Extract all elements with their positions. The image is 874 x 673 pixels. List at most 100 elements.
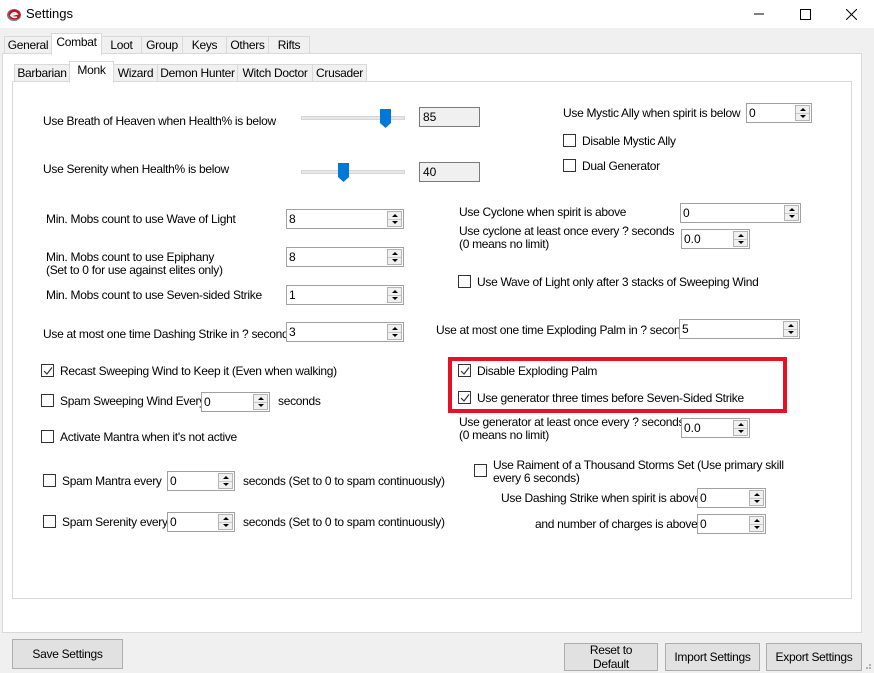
- spinner-arrows[interactable]: [218, 514, 233, 530]
- wave-after-stacks-checkbox[interactable]: [458, 275, 471, 288]
- wave-after-stacks-label: Use Wave of Light only after 3 stacks of…: [477, 275, 759, 289]
- disable-mystic-ally-checkbox[interactable]: [563, 134, 576, 147]
- dashing-strike-seconds-spinner[interactable]: [286, 322, 404, 342]
- activate-mantra-checkbox[interactable]: [41, 430, 54, 443]
- generator-every-label: Use generator at least once every ? seco…: [459, 415, 685, 429]
- exploding-palm-seconds-label: Use at most one time Exploding Palm in ?…: [436, 323, 693, 337]
- arrow-up-icon: [799, 108, 806, 111]
- dual-generator-checkbox[interactable]: [563, 159, 576, 172]
- wave-of-light-mobs-input[interactable]: [289, 211, 359, 227]
- raiment-dashing-spirit-spinner[interactable]: [697, 488, 766, 508]
- value-text: 40: [423, 165, 437, 179]
- spin-down-button[interactable]: [254, 402, 267, 409]
- arrow-up-icon: [391, 327, 398, 330]
- spam-mantra-checkbox[interactable]: [43, 474, 56, 487]
- spinner-arrows[interactable]: [783, 321, 798, 337]
- raiment-set-label-line2: every 6 seconds): [493, 471, 580, 485]
- arrow-down-icon: [799, 115, 806, 118]
- disable-exploding-palm-checkbox[interactable]: [458, 364, 471, 377]
- arrow-down-icon: [753, 526, 760, 529]
- spinner-arrows[interactable]: [749, 490, 764, 506]
- epiphany-mobs-input[interactable]: [289, 249, 359, 265]
- cyclone-every-spinner[interactable]: [681, 229, 750, 249]
- spinner-arrows[interactable]: [749, 516, 764, 532]
- arrow-up-icon: [391, 290, 398, 293]
- arrow-down-icon: [391, 221, 398, 224]
- arrow-up-icon: [391, 252, 398, 255]
- cyclone-spirit-spinner[interactable]: [680, 203, 801, 223]
- mystic-ally-label: Use Mystic Ally when spirit is below: [563, 106, 741, 120]
- spam-sweeping-wind-input[interactable]: [204, 394, 245, 410]
- spinner-arrows[interactable]: [387, 324, 402, 340]
- spin-down-button[interactable]: [219, 481, 232, 488]
- spinner-arrows[interactable]: [218, 473, 233, 489]
- generator-every-spinner[interactable]: [681, 418, 750, 438]
- spin-down-button[interactable]: [388, 295, 401, 302]
- raiment-charges-spinner[interactable]: [697, 514, 766, 534]
- spin-down-button[interactable]: [219, 522, 232, 529]
- breath-of-heaven-slider-thumb[interactable]: [380, 109, 391, 128]
- spam-mantra-suffix: seconds (Set to 0 to spam continuously): [243, 474, 445, 488]
- seven-sided-mobs-spinner[interactable]: [286, 285, 404, 305]
- spin-down-button[interactable]: [750, 498, 763, 505]
- activate-mantra-label: Activate Mantra when it's not active: [60, 430, 237, 444]
- raiment-dashing-spirit-input[interactable]: [700, 490, 741, 506]
- epiphany-mobs-spinner[interactable]: [286, 247, 404, 267]
- epiphany-mobs-label: Min. Mobs count to use Epiphany: [46, 250, 215, 264]
- disable-exploding-palm-label: Disable Exploding Palm: [477, 364, 598, 378]
- breath-of-heaven-label: Use Breath of Heaven when Health% is bel…: [43, 114, 276, 128]
- generator-every-input[interactable]: [684, 420, 725, 436]
- exploding-palm-seconds-input[interactable]: [682, 321, 754, 337]
- spinner-arrows[interactable]: [733, 420, 748, 436]
- spinner-arrows[interactable]: [387, 249, 402, 265]
- arrow-down-icon: [257, 404, 264, 407]
- cyclone-spirit-input[interactable]: [683, 205, 755, 221]
- wave-of-light-mobs-label: Min. Mobs count to use Wave of Light: [46, 212, 236, 226]
- spam-mantra-label: Spam Mantra every: [62, 474, 162, 488]
- raiment-set-checkbox[interactable]: [474, 464, 487, 477]
- mystic-ally-input[interactable]: [749, 105, 788, 121]
- arrow-down-icon: [222, 524, 229, 527]
- spam-mantra-input[interactable]: [170, 473, 210, 489]
- spam-serenity-spinner[interactable]: [167, 512, 235, 532]
- spin-down-button[interactable]: [796, 113, 809, 120]
- spam-serenity-input[interactable]: [170, 514, 210, 530]
- spin-down-button[interactable]: [388, 257, 401, 264]
- spam-sweeping-wind-checkbox[interactable]: [41, 394, 54, 407]
- spinner-arrows[interactable]: [784, 205, 799, 221]
- arrow-down-icon: [788, 215, 795, 218]
- generator-three-times-checkbox[interactable]: [458, 391, 471, 404]
- cyclone-every-input[interactable]: [684, 231, 725, 247]
- spinner-arrows[interactable]: [795, 105, 810, 121]
- mystic-ally-spinner[interactable]: [746, 103, 812, 123]
- spin-down-button[interactable]: [750, 524, 763, 531]
- spinner-arrows[interactable]: [387, 211, 402, 227]
- seven-sided-mobs-input[interactable]: [289, 287, 359, 303]
- arrow-down-icon: [753, 500, 760, 503]
- spam-mantra-spinner[interactable]: [167, 471, 235, 491]
- generator-every-sublabel: (0 means no limit): [459, 428, 549, 442]
- raiment-charges-input[interactable]: [700, 516, 741, 532]
- spinner-arrows[interactable]: [387, 287, 402, 303]
- spinner-arrows[interactable]: [733, 231, 748, 247]
- spin-down-button[interactable]: [388, 332, 401, 339]
- value-text: 85: [423, 110, 437, 124]
- dashing-strike-seconds-input[interactable]: [289, 324, 359, 340]
- serenity-slider-thumb[interactable]: [338, 163, 349, 182]
- arrow-up-icon: [391, 214, 398, 217]
- spin-down-button[interactable]: [734, 239, 747, 246]
- serenity-slider[interactable]: [301, 170, 405, 174]
- spam-serenity-checkbox[interactable]: [43, 515, 56, 528]
- spin-down-button[interactable]: [784, 329, 797, 336]
- spam-sweeping-wind-suffix: seconds: [278, 394, 321, 408]
- spam-sweeping-wind-spinner[interactable]: [201, 392, 270, 412]
- arrow-down-icon: [222, 483, 229, 486]
- recast-sweeping-wind-checkbox[interactable]: [41, 364, 54, 377]
- serenity-value: 40: [419, 162, 480, 182]
- wave-of-light-mobs-spinner[interactable]: [286, 209, 404, 229]
- spin-down-button[interactable]: [734, 428, 747, 435]
- spinner-arrows[interactable]: [253, 394, 268, 410]
- exploding-palm-seconds-spinner[interactable]: [679, 319, 800, 339]
- spin-down-button[interactable]: [388, 219, 401, 226]
- spin-down-button[interactable]: [785, 213, 798, 220]
